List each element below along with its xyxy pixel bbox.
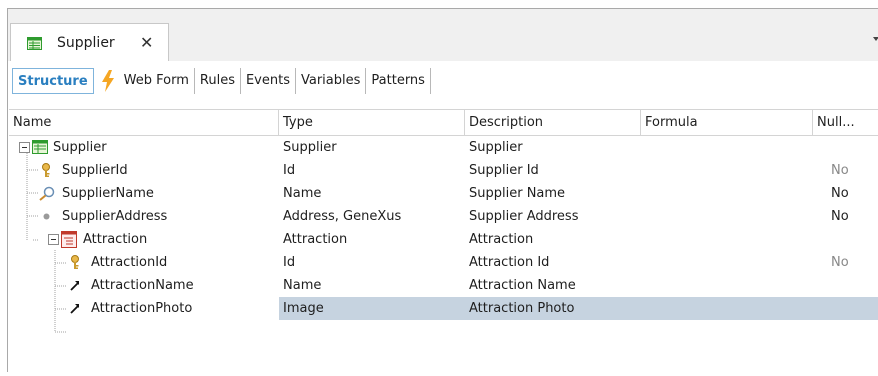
tab-menu-arrow-icon[interactable] (873, 37, 878, 41)
description-attribute-icon (39, 186, 55, 201)
row-name: Supplier (53, 140, 107, 155)
table-row[interactable]: Attraction Attraction Attraction (9, 228, 878, 251)
tab-patterns[interactable]: Patterns (366, 68, 431, 94)
row-nullable: No (831, 209, 849, 224)
row-description: Attraction Name (469, 278, 576, 293)
tab-supplier[interactable]: Supplier ✕ (10, 23, 169, 61)
table-row[interactable]: SupplierId Id Supplier Id No (9, 159, 878, 182)
attribute-icon (43, 213, 50, 220)
row-name: SupplierId (62, 163, 128, 178)
key-icon (42, 163, 50, 177)
lightning-icon (101, 70, 114, 92)
row-type: Supplier (283, 140, 337, 155)
structure-grid: Name Type Description Formula Null... Su… (9, 109, 878, 333)
row-type: Name (283, 278, 322, 293)
row-name: AttractionId (91, 255, 168, 270)
transaction-icon (27, 37, 42, 50)
row-type: Attraction (283, 232, 348, 247)
table-row[interactable]: AttractionName Name Attraction Name (9, 274, 878, 297)
level-icon (61, 231, 77, 248)
row-description: Supplier (469, 140, 523, 155)
table-row[interactable]: SupplierName Name Supplier Name No (9, 182, 878, 205)
tab-variables[interactable]: Variables (296, 68, 367, 94)
close-icon[interactable]: ✕ (140, 33, 153, 52)
editor-subtabs-bar: Structure Web Form Rules Events Variable… (8, 61, 878, 109)
row-type: Id (283, 163, 296, 178)
row-name: Attraction (83, 232, 148, 247)
row-name: SupplierAddress (62, 209, 168, 224)
table-row[interactable]: Supplier Supplier Supplier (9, 136, 878, 159)
tab-title: Supplier (57, 35, 115, 51)
tab-structure[interactable]: Structure (12, 68, 94, 94)
row-nullable: No (831, 255, 849, 270)
table-row-selected[interactable]: AttractionPhoto Image Attraction Photo (9, 297, 878, 320)
column-header-type[interactable]: Type (279, 110, 465, 135)
column-header-formula[interactable]: Formula (641, 110, 813, 135)
row-nullable: No (831, 163, 849, 178)
row-type: Address, GeneXus (283, 209, 402, 224)
row-name: AttractionName (91, 278, 194, 293)
row-description: Attraction Photo (469, 301, 575, 316)
collapse-icon[interactable] (19, 142, 30, 153)
row-description: Attraction Id (469, 255, 550, 270)
row-description: Supplier Name (469, 186, 566, 201)
tab-events[interactable]: Events (241, 68, 296, 94)
column-header-name[interactable]: Name (9, 110, 279, 135)
table-row[interactable]: SupplierAddress Address, GeneXus Supplie… (9, 205, 878, 228)
attribute-icon (70, 281, 79, 291)
row-nullable: No (831, 186, 849, 201)
row-type: Id (283, 255, 296, 270)
transaction-editor: Supplier ✕ Structure Web Form Rules Even… (7, 8, 878, 372)
row-type: Image (283, 301, 324, 316)
document-tab-strip: Supplier ✕ (8, 9, 878, 61)
table-row[interactable]: AttractionId Id Attraction Id No (9, 251, 878, 274)
key-icon (71, 255, 79, 269)
row-description: Attraction (469, 232, 534, 247)
grid-header: Name Type Description Formula Null... (9, 109, 878, 136)
tab-rules[interactable]: Rules (195, 68, 241, 94)
tab-web-form[interactable]: Web Form (119, 68, 195, 94)
row-name: AttractionPhoto (91, 301, 193, 316)
row-selection-highlight (279, 297, 878, 320)
column-header-description[interactable]: Description (465, 110, 641, 135)
row-description: Supplier Id (469, 163, 539, 178)
collapse-icon[interactable] (48, 234, 59, 245)
row-name: SupplierName (62, 186, 154, 201)
attribute-icon (70, 304, 79, 314)
row-type: Name (283, 186, 322, 201)
grid-body: Supplier Supplier Supplier SupplierId Id… (9, 136, 878, 366)
column-header-nullable[interactable]: Null... (813, 110, 878, 135)
row-description: Supplier Address (469, 209, 579, 224)
transaction-icon (32, 140, 48, 154)
